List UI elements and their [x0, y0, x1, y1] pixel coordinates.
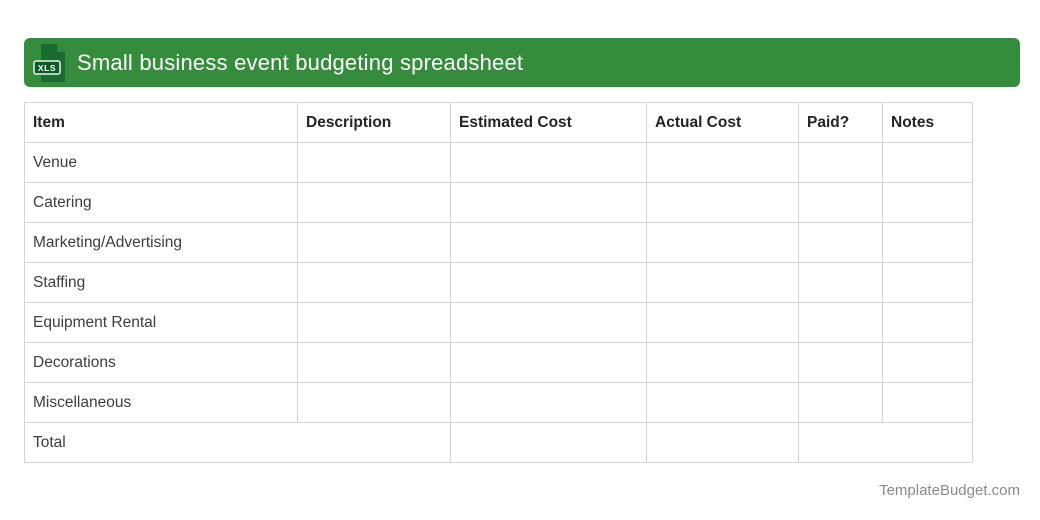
paid-cell	[798, 222, 883, 263]
table-row-staffing: Staffing	[24, 262, 973, 303]
actual-cost-cell	[646, 382, 799, 423]
item-cell: Equipment Rental	[24, 302, 298, 343]
item-cell: Staffing	[24, 262, 298, 303]
actual-cost-cell	[646, 142, 799, 183]
description-cell	[297, 382, 451, 423]
column-header-estimated-cost: Estimated Cost	[450, 102, 647, 143]
table-row-catering: Catering	[24, 182, 973, 223]
paid-cell	[798, 382, 883, 423]
paid-cell	[798, 182, 883, 223]
page-title: Small business event budgeting spreadshe…	[77, 49, 524, 75]
description-cell	[297, 222, 451, 263]
page-container: XLS Small business event budgeting sprea…	[24, 38, 1020, 499]
estimated-cost-cell	[450, 142, 647, 183]
actual-cost-cell	[646, 342, 799, 383]
xls-file-icon: XLS	[33, 43, 65, 82]
actual-cost-cell	[646, 302, 799, 343]
description-cell	[297, 182, 451, 223]
total-estimated-cost-cell	[450, 422, 647, 463]
actual-cost-cell	[646, 222, 799, 263]
estimated-cost-cell	[450, 182, 647, 223]
table-row-venue: Venue	[24, 142, 973, 183]
description-cell	[297, 302, 451, 343]
estimated-cost-cell	[450, 262, 647, 303]
table-row-decorations: Decorations	[24, 342, 973, 383]
notes-cell	[882, 382, 973, 423]
actual-cost-cell	[646, 182, 799, 223]
notes-cell	[882, 222, 973, 263]
estimated-cost-cell	[450, 382, 647, 423]
item-cell: Venue	[24, 142, 298, 183]
paid-cell	[798, 302, 883, 343]
paid-cell	[798, 262, 883, 303]
title-bar: XLS Small business event budgeting sprea…	[24, 38, 1020, 87]
actual-cost-cell	[646, 262, 799, 303]
notes-cell	[882, 182, 973, 223]
notes-cell	[882, 342, 973, 383]
column-header-actual-cost: Actual Cost	[646, 102, 799, 143]
table-row-marketing: Marketing/Advertising	[24, 222, 973, 263]
description-cell	[297, 142, 451, 183]
notes-cell	[882, 142, 973, 183]
column-header-paid: Paid?	[798, 102, 883, 143]
column-header-item: Item	[24, 102, 298, 143]
budget-table: Item Description Estimated Cost Actual C…	[24, 102, 973, 463]
item-cell: Catering	[24, 182, 298, 223]
table-row-equipment-rental: Equipment Rental	[24, 302, 973, 343]
description-cell	[297, 342, 451, 383]
item-cell: Miscellaneous	[24, 382, 298, 423]
total-actual-cost-cell	[646, 422, 799, 463]
estimated-cost-cell	[450, 342, 647, 383]
total-row: Total	[24, 422, 973, 463]
header-row: Item Description Estimated Cost Actual C…	[24, 102, 973, 143]
item-cell: Marketing/Advertising	[24, 222, 298, 263]
estimated-cost-cell	[450, 222, 647, 263]
total-paid-notes-cell	[798, 422, 973, 463]
footer-credit: TemplateBudget.com	[879, 482, 1020, 499]
paid-cell	[798, 142, 883, 183]
estimated-cost-cell	[450, 302, 647, 343]
description-cell	[297, 262, 451, 303]
table-row-miscellaneous: Miscellaneous	[24, 382, 973, 423]
total-label-cell: Total	[24, 422, 451, 463]
column-header-notes: Notes	[882, 102, 973, 143]
notes-cell	[882, 302, 973, 343]
column-header-description: Description	[297, 102, 451, 143]
xls-icon-label: XLS	[38, 62, 56, 72]
item-cell: Decorations	[24, 342, 298, 383]
notes-cell	[882, 262, 973, 303]
xls-icon-fold	[57, 43, 65, 52]
paid-cell	[798, 342, 883, 383]
